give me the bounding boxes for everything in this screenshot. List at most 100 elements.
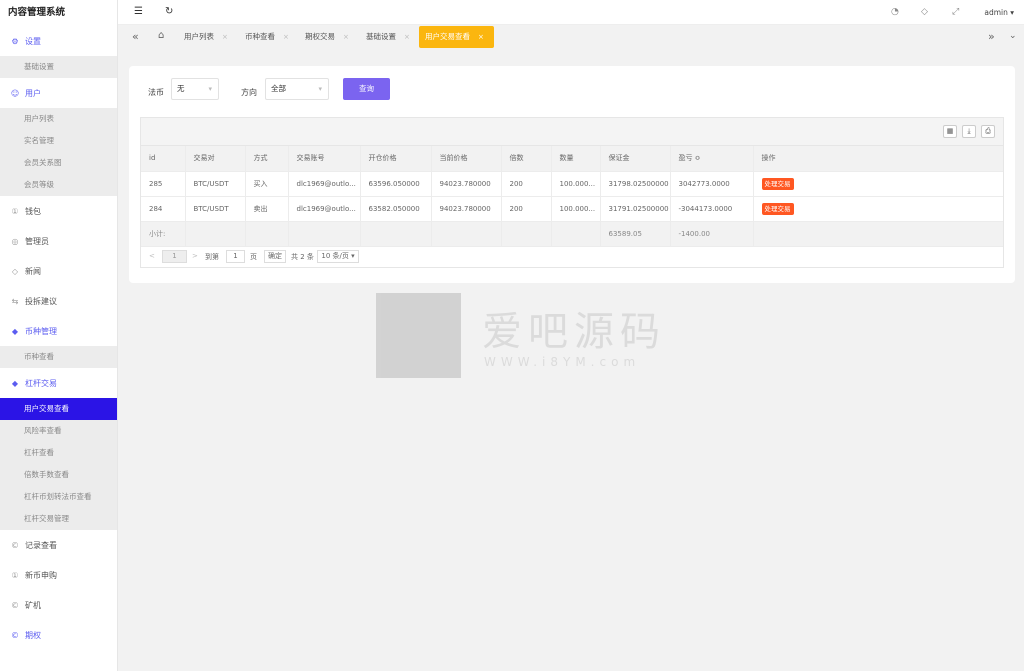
sidebar-item[interactable]: 基础设置 <box>0 56 117 78</box>
theme-icon[interactable]: ◔ <box>891 7 899 17</box>
menu-toggle-icon[interactable]: ☰ <box>134 6 143 17</box>
trades-table: id 交易对 方式 交易账号 开仓价格 当前价格 倍数 数量 保证金 盈亏 ≎ 操作 285 BTC/… <box>141 146 1003 247</box>
goto-page-input[interactable]: 1 <box>226 249 245 263</box>
subtotal-cell: 63589.05 <box>600 221 671 247</box>
next-page-icon[interactable]: > <box>192 252 198 260</box>
fullscreen-icon[interactable]: ⤢ <box>952 7 959 17</box>
page-size-select[interactable]: 10 条/页 ▾ <box>317 249 359 263</box>
tab-label: 期权交易 <box>305 32 335 41</box>
subtotal-cell: 小计: <box>141 221 186 247</box>
sidebar-group-5[interactable]: ⇆ 投拆建议 <box>0 286 117 316</box>
tab[interactable]: 用户交易查看 × <box>419 26 494 48</box>
current-page[interactable]: 1 <box>162 249 187 263</box>
topbar: ☰ ↻ ◔ ◇ ⤢ admin ▾ <box>118 0 1024 25</box>
sidebar-item[interactable]: 杠杆查看 <box>0 442 117 464</box>
sidebar-group-10[interactable]: © 矿机 <box>0 590 117 620</box>
tab-label: 用户交易查看 <box>425 32 470 41</box>
table-cell: 94023.780000 <box>431 196 502 222</box>
sidebar-group-label: 币种管理 <box>25 326 57 336</box>
total-count: 共 2 条 <box>291 252 314 261</box>
column-header: 交易对 <box>185 146 246 172</box>
table-cell: 处理交易 <box>753 196 1003 222</box>
sidebar-group-label: 投拆建议 <box>25 296 57 306</box>
sidebar-group-1[interactable]: ☺ 用户 <box>0 78 117 108</box>
sidebar-group-6[interactable]: ◆ 币种管理 <box>0 316 117 346</box>
subtotal-cell <box>185 221 246 247</box>
sidebar-group-4[interactable]: ◇ 新闻 <box>0 256 117 286</box>
column-header: 方式 <box>245 146 289 172</box>
sidebar-group-9[interactable]: ① 新币申购 <box>0 560 117 590</box>
table-cell: 处理交易 <box>753 171 1003 197</box>
close-icon[interactable]: × <box>283 33 289 41</box>
tag-icon[interactable]: ◇ <box>921 7 928 17</box>
column-header: 操作 <box>753 146 1003 172</box>
sidebar-item[interactable]: 会员关系图 <box>0 152 117 174</box>
sidebar-item[interactable]: 倍数手数查看 <box>0 464 117 486</box>
tabs-left-arrow-icon[interactable]: « <box>132 30 139 43</box>
sidebar-group-2[interactable]: ① 钱包 <box>0 196 117 226</box>
prev-page-icon[interactable]: < <box>149 252 155 260</box>
table-cell: 94023.780000 <box>431 171 502 197</box>
wallet-icon: ① <box>11 206 19 216</box>
clock-icon: © <box>11 600 19 610</box>
table-cell: 31791.02500000 <box>600 196 671 222</box>
sidebar-item[interactable]: 用户列表 <box>0 108 117 130</box>
table-cell: 284 <box>141 196 186 222</box>
tabs-menu-chevron-icon[interactable]: ⌄ <box>1009 31 1017 41</box>
fiat-select[interactable]: 无 ▾ <box>171 78 219 100</box>
close-icon[interactable]: × <box>404 33 410 41</box>
close-icon[interactable]: × <box>222 33 228 41</box>
direction-select[interactable]: 全部 ▾ <box>265 78 329 100</box>
columns-filter-icon[interactable]: ▦ <box>943 125 957 138</box>
gear-icon: ⚙ <box>11 36 19 46</box>
sidebar-item[interactable]: 会员等级 <box>0 174 117 196</box>
sidebar-group-8[interactable]: © 记录查看 <box>0 530 117 560</box>
tag-icon: ◇ <box>11 266 19 276</box>
user-menu[interactable]: admin ▾ <box>984 8 1014 17</box>
tab-label: 基础设置 <box>366 32 396 41</box>
export-icon[interactable]: ⤓ <box>962 125 976 138</box>
tab-label: 币种查看 <box>245 32 275 41</box>
sidebar-group-label: 新币申购 <box>25 570 57 580</box>
sidebar-item[interactable]: 风险率查看 <box>0 420 117 442</box>
column-header: 倍数 <box>501 146 552 172</box>
tab[interactable]: 期权交易 × <box>299 26 359 48</box>
data-table: ▦ ⤓ ⎙ id 交易对 方式 交易账号 开仓价格 当前价格 倍数 数量 保证金 盈亏 ≎ 操作 2… <box>140 117 1004 268</box>
tab[interactable]: 基础设置 × <box>360 26 418 48</box>
home-icon[interactable]: ⌂ <box>158 30 164 41</box>
process-trade-button[interactable]: 处理交易 <box>761 202 794 215</box>
sidebar-item[interactable]: 杠杆交易管理 <box>0 508 117 530</box>
close-icon[interactable]: × <box>478 33 484 41</box>
goto-label: 到第 <box>205 252 219 261</box>
sidebar: 内容管理系统 ⚙ 设置 基础设置 ☺ 用户 用户列表 实名管理 会员关系图 会员等级 ① 钱包 ◎ 管理… <box>0 0 118 671</box>
goto-confirm-button[interactable]: 确定 <box>264 249 286 263</box>
tabs-bar: « ⌂ 用户列表 × 币种查看 × 期权交易 × 基础设置 × 用户交易查看 × » ⌄ <box>118 25 1024 50</box>
table-header-row: id 交易对 方式 交易账号 开仓价格 当前价格 倍数 数量 保证金 盈亏 ≎ 操作 <box>141 146 1003 172</box>
sidebar-item[interactable]: 实名管理 <box>0 130 117 152</box>
sidebar-group-0[interactable]: ⚙ 设置 <box>0 26 117 56</box>
sidebar-nav: ⚙ 设置 基础设置 ☺ 用户 用户列表 实名管理 会员关系图 会员等级 ① 钱包 ◎ 管理员 ◇ 新闻 ⇆ 投拆… <box>0 26 117 650</box>
sidebar-group-11[interactable]: © 期权 <box>0 620 117 650</box>
sidebar-submenu: 用户交易查看 风险率查看 杠杆查看 倍数手数查看 杠杆币划转法币查看 杠杆交易管理 <box>0 398 117 530</box>
sidebar-item[interactable]: 币种查看 <box>0 346 117 368</box>
sidebar-group-3[interactable]: ◎ 管理员 <box>0 226 117 256</box>
process-trade-button[interactable]: 处理交易 <box>761 177 794 190</box>
tab[interactable]: 币种查看 × <box>239 26 299 48</box>
user-icon: ☺ <box>10 88 20 98</box>
tab[interactable]: 用户列表 × <box>178 26 238 48</box>
table-cell: dlc1969@outlo... <box>288 171 361 197</box>
table-row: 284 BTC/USDT 卖出 dlc1969@outlo... 63582.05000… <box>141 196 1003 222</box>
sidebar-group-7[interactable]: ◆ 杠杆交易 <box>0 368 117 398</box>
table-cell: 100.000... <box>551 171 601 197</box>
print-icon[interactable]: ⎙ <box>981 125 995 138</box>
app-title: 内容管理系统 <box>8 7 66 18</box>
watermark-url: WWW.i8YM.com <box>484 355 641 369</box>
query-button[interactable]: 查询 <box>343 78 390 100</box>
column-header[interactable]: 盈亏 ≎ <box>670 146 754 172</box>
close-icon[interactable]: × <box>343 33 349 41</box>
refresh-icon[interactable]: ↻ <box>165 6 173 17</box>
tabs-right-arrow-icon[interactable]: » <box>988 30 995 43</box>
sidebar-item[interactable]: 用户交易查看 <box>0 398 117 420</box>
sidebar-submenu: 币种查看 <box>0 346 117 368</box>
sidebar-item[interactable]: 杠杆币划转法币查看 <box>0 486 117 508</box>
